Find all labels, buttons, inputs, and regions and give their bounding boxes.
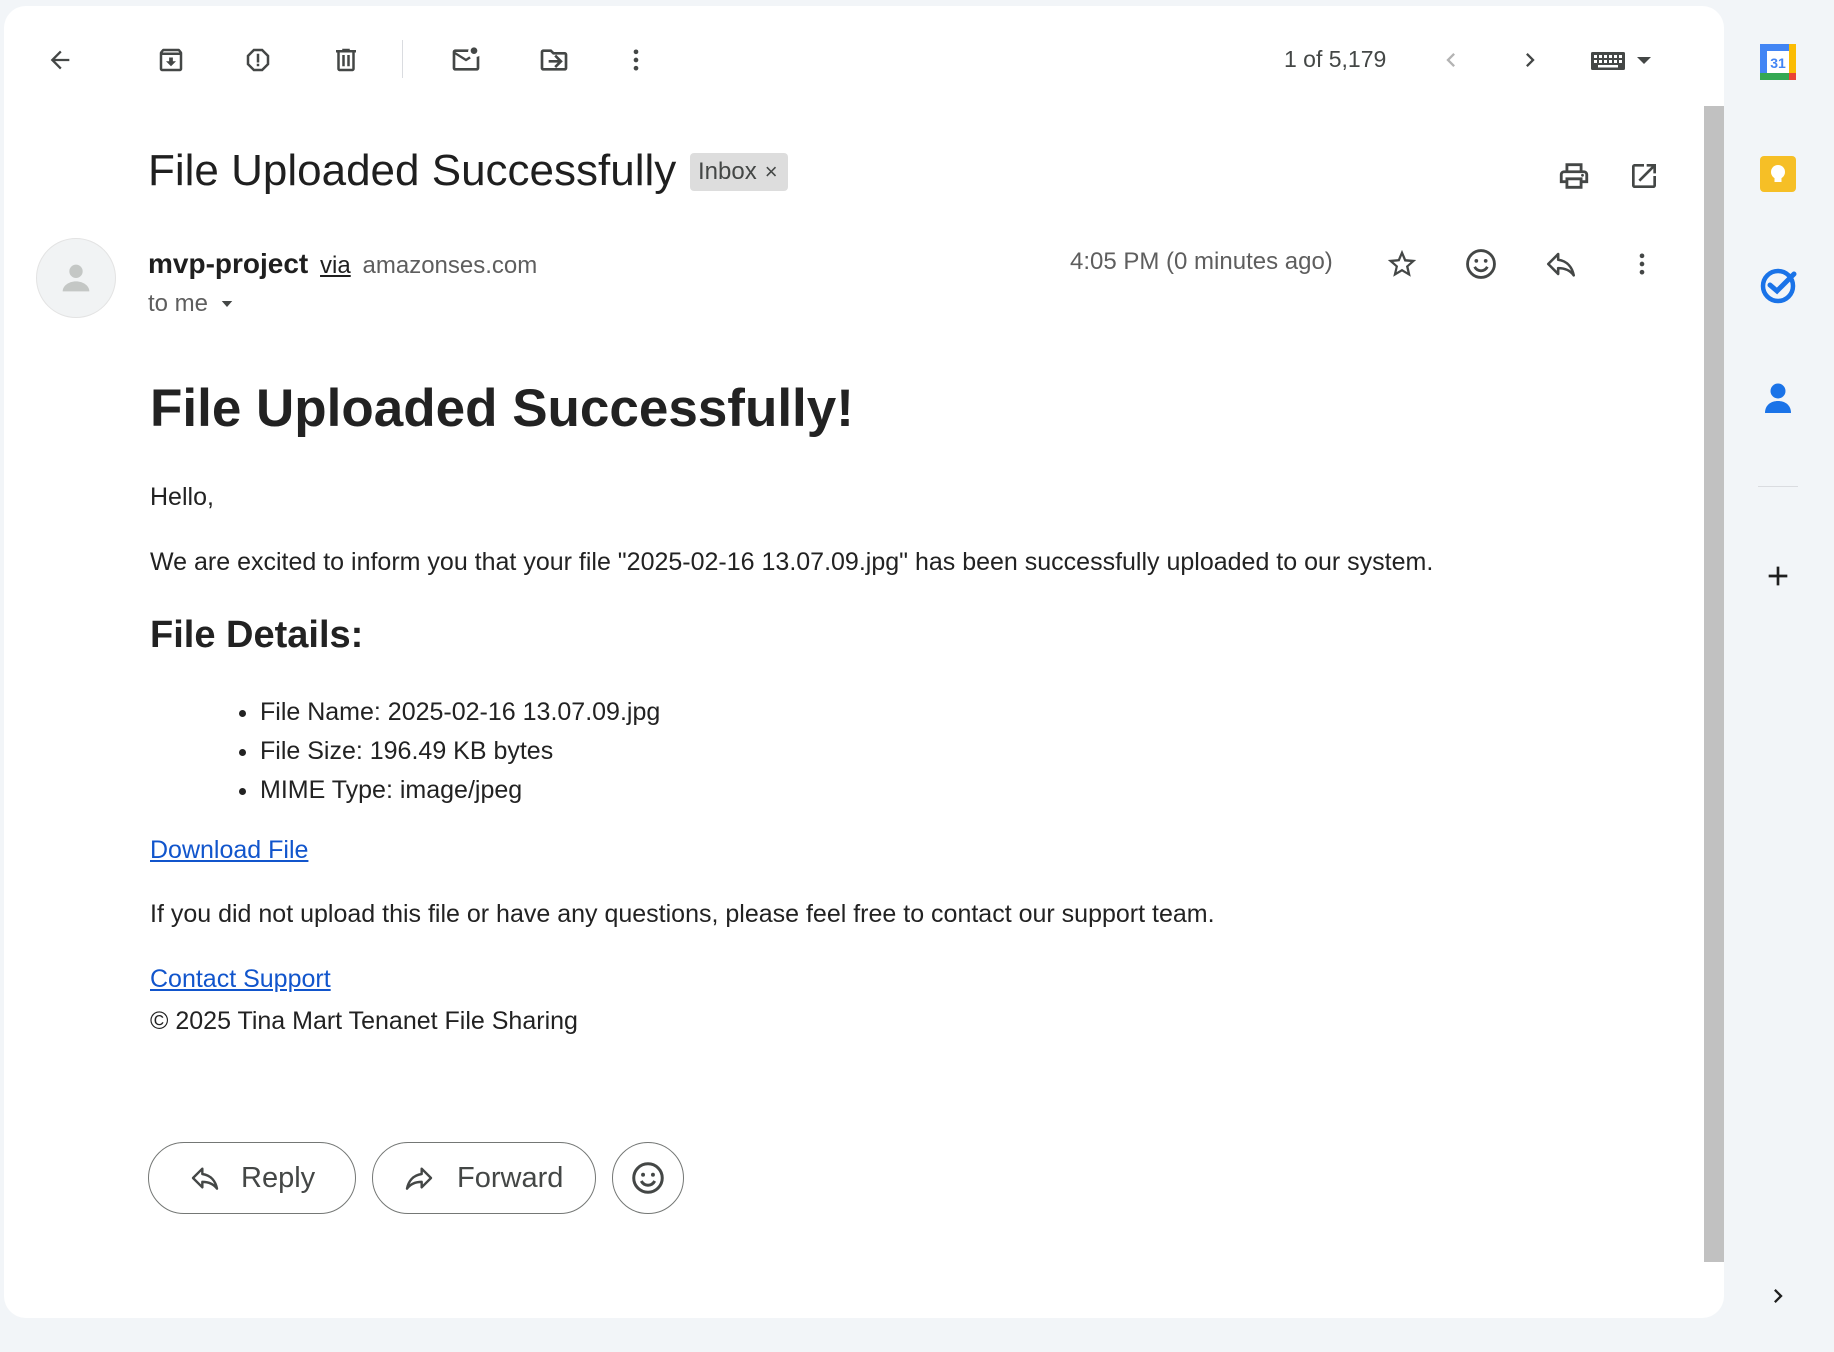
open-new-window-button[interactable] xyxy=(1620,152,1668,200)
reply-icon xyxy=(1546,252,1576,277)
file-details-list: File Name: 2025-02-16 13.07.09.jpg File … xyxy=(260,693,1670,810)
email-subject: File Uploaded Successfully xyxy=(148,146,677,195)
reply-button-header[interactable] xyxy=(1537,240,1585,288)
react-button[interactable] xyxy=(612,1142,684,1214)
chevron-right-icon xyxy=(1774,1289,1783,1303)
sender-via-link[interactable]: via xyxy=(320,252,351,279)
message-time: 4:05 PM (0 minutes ago) xyxy=(1070,248,1333,275)
show-side-panel-button[interactable] xyxy=(1754,1272,1802,1320)
print-icon xyxy=(1559,163,1589,189)
email-body: File Uploaded Successfully! Hello, We ar… xyxy=(150,378,1670,1037)
mark-unread-icon xyxy=(452,47,480,71)
input-tools-button[interactable] xyxy=(1586,36,1658,84)
reply-button[interactable]: Reply xyxy=(148,1142,356,1214)
chevron-left-icon xyxy=(1446,53,1455,67)
back-arrow-icon xyxy=(50,50,70,70)
emoji-icon xyxy=(632,1162,664,1194)
keep-icon xyxy=(1760,156,1796,192)
more-vert-icon xyxy=(633,49,639,71)
move-to-button[interactable] xyxy=(530,36,578,84)
open-new-window-icon xyxy=(1632,164,1656,188)
calendar-icon: 31 xyxy=(1760,44,1796,80)
inbox-label-text: Inbox xyxy=(698,158,757,185)
archive-button[interactable] xyxy=(147,36,195,84)
add-reaction-button[interactable] xyxy=(1457,240,1505,288)
email-heading: File Uploaded Successfully! xyxy=(150,379,854,438)
get-addons-button[interactable] xyxy=(1754,552,1802,600)
chevron-right-icon xyxy=(1526,53,1535,67)
archive-icon xyxy=(159,48,183,72)
list-item: MIME Type: image/jpeg xyxy=(260,771,1670,810)
tasks-app-button[interactable] xyxy=(1754,262,1802,310)
support-text: If you did not upload this file or have … xyxy=(150,900,1215,928)
person-placeholder-icon xyxy=(62,264,90,292)
emoji-icon xyxy=(1466,249,1496,279)
tasks-icon xyxy=(1760,268,1797,304)
report-spam-button[interactable] xyxy=(234,36,282,84)
caret-down-icon xyxy=(221,301,233,307)
recipient-details-toggle[interactable]: to me xyxy=(148,290,236,318)
intro-text: We are excited to inform you that your f… xyxy=(150,548,1434,576)
sender-avatar[interactable] xyxy=(36,238,116,318)
list-item: File Size: 196.49 KB bytes xyxy=(260,732,1670,771)
contacts-app-button[interactable] xyxy=(1754,374,1802,422)
inbox-label-chip[interactable]: Inbox × xyxy=(690,153,788,191)
more-actions-button[interactable] xyxy=(612,36,660,84)
delete-icon xyxy=(336,48,356,72)
pager-count: 1 of 5,179 xyxy=(1284,46,1387,72)
list-item: File Name: 2025-02-16 13.07.09.jpg xyxy=(260,693,1670,732)
scrollbar-thumb[interactable] xyxy=(1704,106,1724,1262)
contacts-icon xyxy=(1765,383,1791,413)
keyboard-icon xyxy=(1591,52,1651,70)
sender-line: mvp-project via amazonses.com xyxy=(148,248,537,280)
download-file-link[interactable]: Download File xyxy=(150,836,308,864)
add-icon xyxy=(1768,566,1788,586)
calendar-day: 31 xyxy=(1770,55,1786,71)
print-all-button[interactable] xyxy=(1550,152,1598,200)
mark-unread-button[interactable] xyxy=(442,36,490,84)
greeting-text: Hello, xyxy=(150,483,214,511)
side-panel-divider xyxy=(1758,486,1798,487)
reply-label: Reply xyxy=(241,1161,316,1194)
keep-app-button[interactable] xyxy=(1754,150,1802,198)
forward-button[interactable]: Forward xyxy=(372,1142,596,1214)
download-link-row: Download File xyxy=(150,836,1670,865)
footer-text: © 2025 Tina Mart Tenanet File Sharing xyxy=(150,1007,578,1035)
recipient-text: to me xyxy=(148,290,209,317)
star-button[interactable] xyxy=(1378,240,1426,288)
reply-icon xyxy=(191,1167,219,1190)
sender-domain: amazonses.com xyxy=(362,252,538,279)
move-to-icon xyxy=(540,49,568,71)
contact-support-link[interactable]: Contact Support xyxy=(150,965,331,993)
toolbar-divider xyxy=(402,40,403,78)
back-button[interactable] xyxy=(36,36,84,84)
star-icon xyxy=(1387,249,1417,277)
calendar-app-button[interactable]: 31 xyxy=(1754,38,1802,86)
forward-icon xyxy=(405,1167,433,1190)
file-details-heading: File Details: xyxy=(150,614,364,656)
message-more-button[interactable] xyxy=(1618,240,1666,288)
sender-name[interactable]: mvp-project xyxy=(148,248,308,279)
remove-label-button[interactable]: × xyxy=(765,159,778,185)
delete-button[interactable] xyxy=(322,36,370,84)
newer-button[interactable] xyxy=(1427,36,1475,84)
older-button[interactable] xyxy=(1506,36,1554,84)
more-vert-icon xyxy=(1639,253,1645,275)
report-spam-icon xyxy=(246,48,270,72)
forward-label: Forward xyxy=(457,1161,564,1194)
support-link-row: Contact Support xyxy=(150,963,1670,999)
email-view-panel: 1 of 5,179 File Uploaded Successfully In… xyxy=(4,6,1724,1318)
